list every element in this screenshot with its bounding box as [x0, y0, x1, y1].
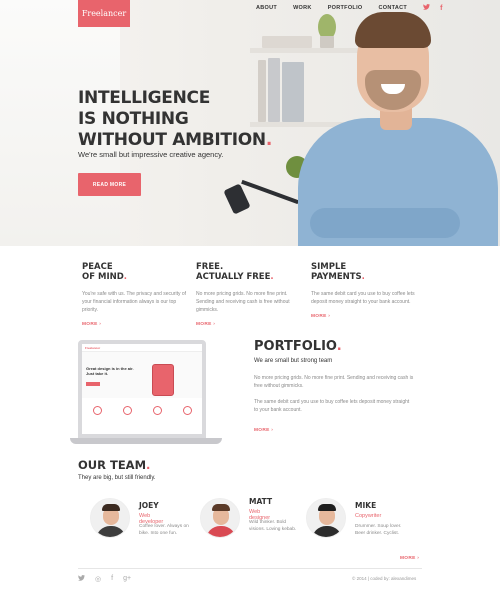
googleplus-icon[interactable]: g+ — [123, 575, 131, 583]
hero-section: Freelancer ABOUT WORK PORTFOLIO CONTACT … — [0, 0, 500, 246]
facebook-icon[interactable]: f — [440, 5, 442, 12]
hero-title-line: INTELLIGENCE — [78, 88, 211, 108]
lamp-arm — [241, 179, 299, 205]
team-more-link[interactable]: MORE › — [400, 556, 419, 561]
brand-logo[interactable]: Freelancer — [78, 0, 130, 27]
circle-icon — [182, 406, 192, 415]
instagram-icon[interactable]: ◎ — [95, 575, 101, 583]
hero-subtitle: We're small but impressive creative agen… — [78, 150, 224, 159]
footer-divider — [78, 568, 422, 569]
twitter-icon[interactable] — [423, 4, 431, 12]
hero-title: INTELLIGENCE IS NOTHING WITHOUT AMBITION… — [78, 88, 272, 151]
book — [262, 36, 312, 48]
nav-about[interactable]: ABOUT — [256, 5, 277, 11]
person-hair — [355, 12, 431, 48]
laptop-screen-logo: Freelancer — [85, 345, 101, 350]
portfolio-subtitle: We are small but strong team — [254, 358, 333, 364]
main-nav: ABOUT WORK PORTFOLIO CONTACT f — [256, 4, 452, 12]
member-name: MIKE — [355, 501, 377, 510]
member-desc: Coffee lover. Always on bike. Into one f… — [139, 524, 189, 536]
avatar — [90, 498, 130, 538]
laptop-mockup[interactable]: Freelancer Great design is in the air. J… — [78, 340, 206, 438]
laptop-screen-headline: Great design is in the air. Just take it… — [86, 366, 134, 376]
facebook-icon[interactable]: f — [111, 575, 113, 583]
laptop-screen-icons — [82, 398, 202, 415]
feature-title: SIMPLE PAYMENTS. — [311, 262, 365, 282]
portfolio-paragraph: The same debit card you use to buy coffe… — [254, 399, 410, 413]
laptop-screen-button — [86, 382, 100, 386]
hero-title-line: WITHOUT AMBITION. — [78, 130, 272, 150]
member-desc: Drummer. Soup lover. Beer drinker. Cycli… — [355, 524, 402, 536]
person-arm — [310, 208, 460, 238]
laptop-screen-nav: Freelancer — [82, 344, 202, 352]
twitter-icon[interactable] — [78, 575, 85, 583]
avatar — [306, 498, 346, 538]
feature-title: FREE. ACTUALLY FREE. — [196, 262, 274, 282]
portfolio-title: PORTFOLIO. — [254, 339, 342, 354]
feature-free: FREE. ACTUALLY FREE. No more pricing gri… — [196, 262, 306, 327]
read-more-button[interactable]: READ MORE — [78, 173, 141, 196]
footer-social: ◎ f g+ — [78, 575, 131, 583]
feature-text: The same debit card you use to buy coffe… — [311, 291, 415, 305]
feature-more-link[interactable]: MORE › — [82, 322, 192, 327]
portfolio-paragraph: No more pricing grids. No more fine prin… — [254, 375, 414, 389]
team-subtitle: They are big, but still friendly. — [78, 475, 156, 481]
avatar — [200, 498, 240, 538]
book — [282, 62, 304, 122]
feature-text: You're safe with us. The privacy and sec… — [82, 291, 187, 313]
shelf — [250, 48, 370, 53]
nav-portfolio[interactable]: PORTFOLIO — [328, 5, 363, 11]
copyright-text: © 2014 | coded by: alexandimes — [352, 576, 417, 581]
circle-icon — [152, 406, 162, 415]
lamp-icon — [223, 183, 251, 215]
portfolio-more-link[interactable]: MORE › — [254, 428, 273, 433]
member-role: Copywriter — [355, 513, 382, 519]
phone-icon — [152, 364, 174, 396]
laptop-base — [70, 438, 222, 444]
team-title: OUR TEAM. — [78, 458, 151, 472]
circle-icon — [92, 406, 102, 415]
member-name: JOEY — [139, 501, 159, 510]
circle-icon — [122, 406, 132, 415]
nav-contact[interactable]: CONTACT — [378, 5, 407, 11]
plant-pot — [320, 36, 334, 48]
feature-more-link[interactable]: MORE › — [196, 322, 306, 327]
feature-simple-payments: SIMPLE PAYMENTS. The same debit card you… — [311, 262, 421, 319]
laptop-screen-hero: Great design is in the air. Just take it… — [82, 352, 202, 398]
member-name: MATT — [249, 497, 273, 506]
hero-title-line: IS NOTHING — [78, 109, 189, 129]
member-desc: Wild thinker. Bold visions. Loving kebab… — [249, 520, 297, 532]
feature-title: PEACE OF MIND. — [82, 262, 128, 282]
feature-text: No more pricing grids. No more fine prin… — [196, 291, 290, 313]
feature-more-link[interactable]: MORE › — [311, 314, 421, 319]
nav-work[interactable]: WORK — [293, 5, 312, 11]
feature-peace-of-mind: PEACE OF MIND. You're safe with us. The … — [82, 262, 192, 327]
